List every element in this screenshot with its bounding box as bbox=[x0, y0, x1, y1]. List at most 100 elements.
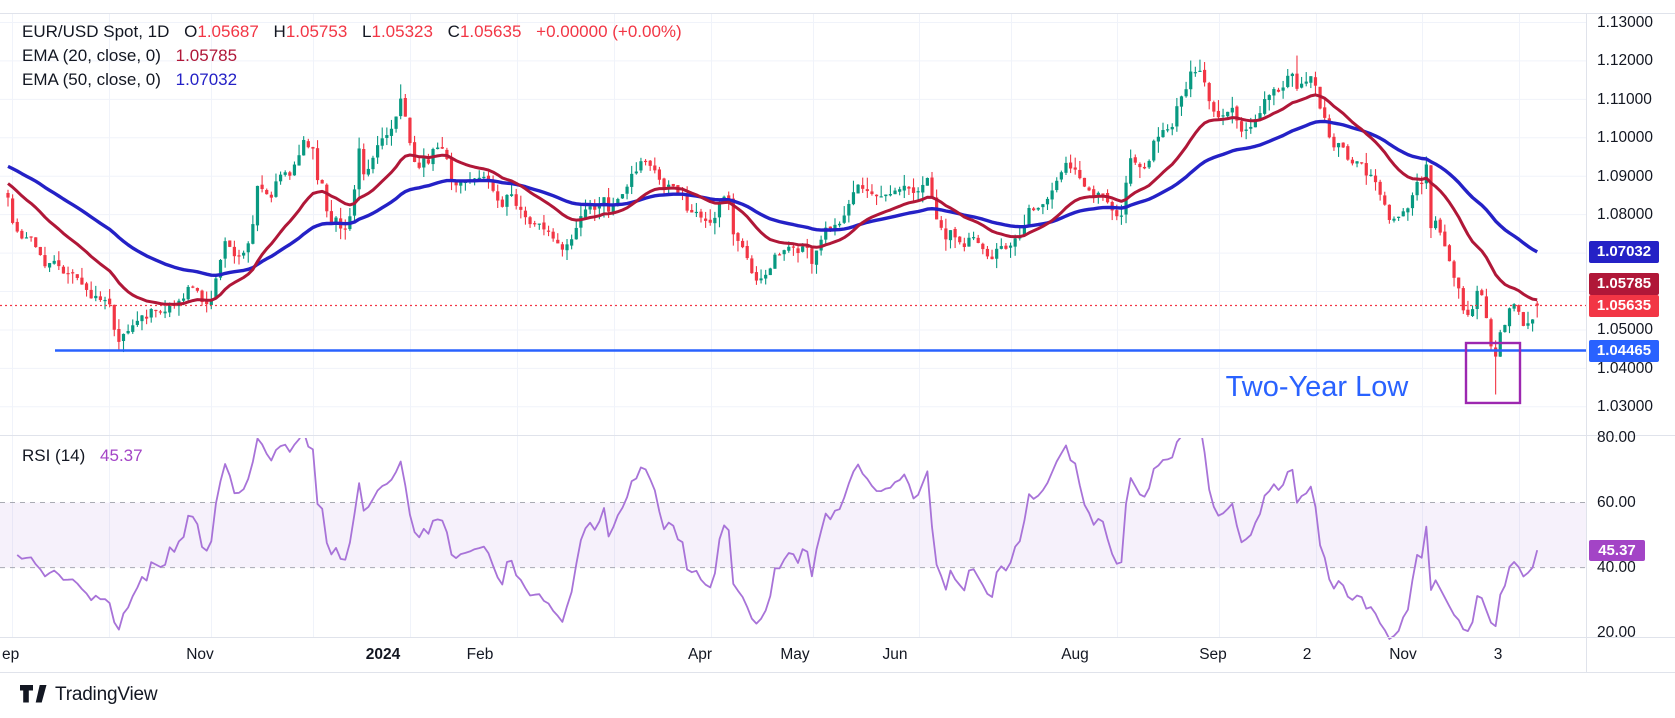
candle-body bbox=[131, 325, 134, 332]
candle-body bbox=[1346, 146, 1349, 159]
candle-body bbox=[399, 99, 402, 116]
candle-body bbox=[510, 194, 513, 196]
candle-body bbox=[796, 248, 799, 253]
candle-body bbox=[995, 249, 998, 259]
candle-body bbox=[256, 186, 259, 225]
chart-legend[interactable]: EUR/USD Spot, 1D O1.05687 H1.05753 L1.05… bbox=[22, 20, 682, 92]
candle-body bbox=[1060, 172, 1063, 179]
candle-body bbox=[1175, 106, 1178, 126]
candle-body bbox=[542, 222, 545, 229]
candle-body bbox=[658, 169, 661, 179]
candle-body bbox=[1342, 143, 1345, 148]
rsi-legend[interactable]: RSI (14) 45.37 bbox=[22, 446, 143, 466]
candle-body bbox=[1332, 137, 1335, 148]
candle-body bbox=[150, 309, 153, 317]
candle-body bbox=[1411, 195, 1414, 208]
candle-body bbox=[1087, 188, 1090, 191]
time-axis-label[interactable]: 2024 bbox=[366, 646, 400, 664]
price-tag-ema50[interactable]: 1.07032 bbox=[1589, 241, 1659, 263]
candle-body bbox=[103, 300, 106, 301]
rsi-value-tag[interactable]: 45.37 bbox=[1589, 540, 1645, 561]
candle-body bbox=[422, 158, 425, 167]
candle-body bbox=[85, 283, 88, 290]
time-axis-label[interactable]: May bbox=[780, 646, 809, 664]
candle-body bbox=[145, 317, 148, 319]
candle-body bbox=[699, 212, 702, 218]
candle-body bbox=[371, 158, 374, 169]
candle-body bbox=[394, 117, 397, 129]
time-axis-label[interactable]: ep bbox=[2, 646, 19, 664]
candle-body bbox=[1397, 217, 1400, 218]
ohlc-close-value: 1.05635 bbox=[460, 22, 521, 41]
candle-body bbox=[930, 178, 933, 198]
candle-body bbox=[621, 194, 624, 198]
candle-body bbox=[866, 189, 869, 191]
candle-body bbox=[358, 148, 361, 189]
candle-body bbox=[649, 161, 652, 166]
candle-body bbox=[1208, 83, 1211, 101]
candle-body bbox=[16, 222, 19, 232]
candle-body bbox=[228, 240, 231, 246]
time-axis-label[interactable]: Aug bbox=[1061, 646, 1089, 664]
time-axis-label[interactable]: Sep bbox=[1199, 646, 1227, 664]
candle-body bbox=[1379, 182, 1382, 195]
candle-body bbox=[1157, 137, 1160, 142]
candle-body bbox=[1000, 246, 1003, 249]
time-axis-label[interactable]: 2 bbox=[1303, 646, 1312, 664]
candle-body bbox=[1180, 96, 1183, 106]
candle-body bbox=[778, 254, 781, 255]
candle-body bbox=[639, 161, 642, 170]
time-axis-label[interactable]: Jun bbox=[883, 646, 908, 664]
candle-body bbox=[709, 220, 712, 223]
ohlc-open-label: O bbox=[184, 22, 197, 41]
chart-canvas[interactable] bbox=[0, 0, 1675, 718]
candle-body bbox=[1503, 325, 1506, 332]
ema20-row[interactable]: EMA (20, close, 0) 1.05785 bbox=[22, 44, 682, 68]
candle-body bbox=[1416, 182, 1419, 195]
two-year-low-annotation[interactable]: Two-Year Low bbox=[1226, 371, 1409, 404]
candle-body bbox=[769, 268, 772, 275]
price-tag-ema20[interactable]: 1.05785 bbox=[1589, 273, 1659, 295]
price-tag-close[interactable]: 1.05635 bbox=[1589, 295, 1659, 317]
candle-body bbox=[11, 198, 14, 222]
candle-body bbox=[1466, 310, 1469, 315]
candle-body bbox=[113, 305, 116, 330]
ema50-row[interactable]: EMA (50, close, 0) 1.07032 bbox=[22, 68, 682, 92]
candle-body bbox=[1429, 165, 1432, 228]
candle-body bbox=[515, 194, 518, 206]
candle-body bbox=[1217, 111, 1220, 117]
candle-body bbox=[1037, 208, 1040, 210]
candle-body bbox=[1531, 319, 1534, 323]
time-axis-label[interactable]: Nov bbox=[186, 646, 214, 664]
time-axis-label[interactable]: 3 bbox=[1494, 646, 1503, 664]
candle-body bbox=[954, 229, 957, 237]
candle-body bbox=[1277, 90, 1280, 92]
tradingview-chart: EUR/USD Spot, 1D O1.05687 H1.05753 L1.05… bbox=[0, 0, 1675, 718]
candle-body bbox=[376, 145, 379, 157]
time-axis-label[interactable]: Nov bbox=[1389, 646, 1417, 664]
candle-body bbox=[293, 165, 296, 176]
tradingview-logo[interactable]: TradingView bbox=[20, 684, 157, 706]
candle-body bbox=[1064, 163, 1067, 173]
candle-body bbox=[1452, 261, 1455, 277]
candle-body bbox=[787, 247, 790, 251]
price-axis-label: 1.13000 bbox=[1597, 13, 1653, 32]
candle-body bbox=[57, 260, 60, 266]
candle-body bbox=[565, 244, 568, 250]
candle-body bbox=[196, 288, 199, 291]
candle-body bbox=[1231, 108, 1234, 113]
tradingview-logo-text: TradingView bbox=[55, 684, 157, 706]
candle-body bbox=[695, 212, 698, 213]
candle-body bbox=[288, 172, 291, 175]
candle-body bbox=[1138, 164, 1141, 167]
time-axis-label[interactable]: Feb bbox=[467, 646, 494, 664]
time-axis-label[interactable]: Apr bbox=[688, 646, 712, 664]
candle-body bbox=[690, 210, 693, 212]
candle-body bbox=[242, 253, 245, 256]
price-tag-support[interactable]: 1.04465 bbox=[1589, 340, 1659, 362]
candle-body bbox=[1494, 347, 1497, 356]
candle-body bbox=[561, 244, 564, 249]
candle-body bbox=[279, 175, 282, 182]
price-axis-label: 1.03000 bbox=[1597, 397, 1653, 416]
candle-body bbox=[1203, 70, 1206, 83]
